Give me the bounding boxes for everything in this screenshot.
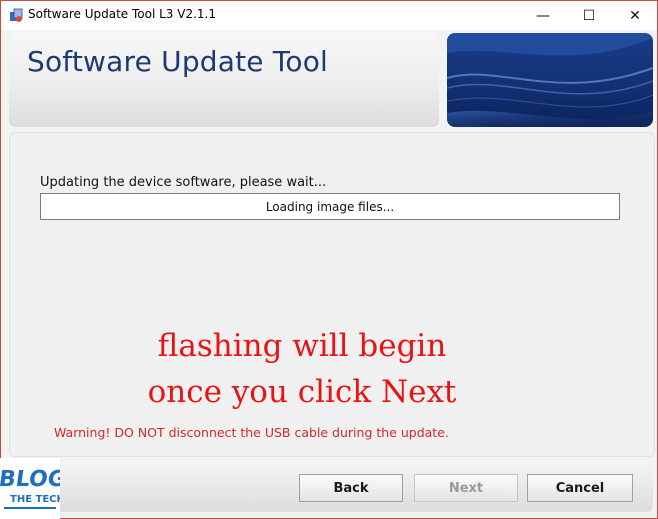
progress-bar: Loading image files... [40, 193, 620, 220]
header-graphic [447, 33, 653, 127]
svg-text:THE TECH: THE TECH [10, 494, 60, 505]
minimize-button[interactable]: — [520, 1, 566, 30]
blog-logo: BLOG THE TECH [0, 458, 60, 519]
progress-text: Loading image files... [265, 199, 395, 214]
annotation-text: flashing will begin once you click Next [10, 323, 594, 415]
annotation-line-1: flashing will begin [157, 328, 447, 364]
app-icon [10, 8, 23, 22]
close-button[interactable]: ✕ [612, 1, 657, 30]
warning-text: Warning! DO NOT disconnect the USB cable… [54, 425, 449, 440]
svg-text:BLOG: BLOG [0, 466, 60, 492]
title-bar[interactable]: Software Update Tool L3 V2.1.1 — ☐ ✕ [1, 1, 657, 30]
header-banner: Software Update Tool [9, 33, 439, 127]
annotation-line-2: once you click Next [147, 374, 457, 410]
window-title: Software Update Tool L3 V2.1.1 [28, 7, 216, 21]
maximize-button[interactable]: ☐ [566, 1, 612, 30]
minimize-icon: — [536, 7, 550, 24]
close-icon: ✕ [629, 7, 641, 24]
maximize-icon: ☐ [582, 7, 596, 24]
next-button[interactable]: Next [414, 474, 518, 502]
page-title: Software Update Tool [27, 45, 329, 78]
update-tool-window: Software Update Tool L3 V2.1.1 — ☐ ✕ Sof… [0, 0, 658, 519]
status-label: Updating the device software, please wai… [40, 175, 327, 190]
main-panel: Updating the device software, please wai… [9, 132, 655, 457]
footer-bar: Back Next Cancel [9, 462, 653, 512]
wave-graphic [447, 33, 653, 127]
back-button[interactable]: Back [299, 474, 403, 502]
cancel-button[interactable]: Cancel [527, 474, 633, 502]
